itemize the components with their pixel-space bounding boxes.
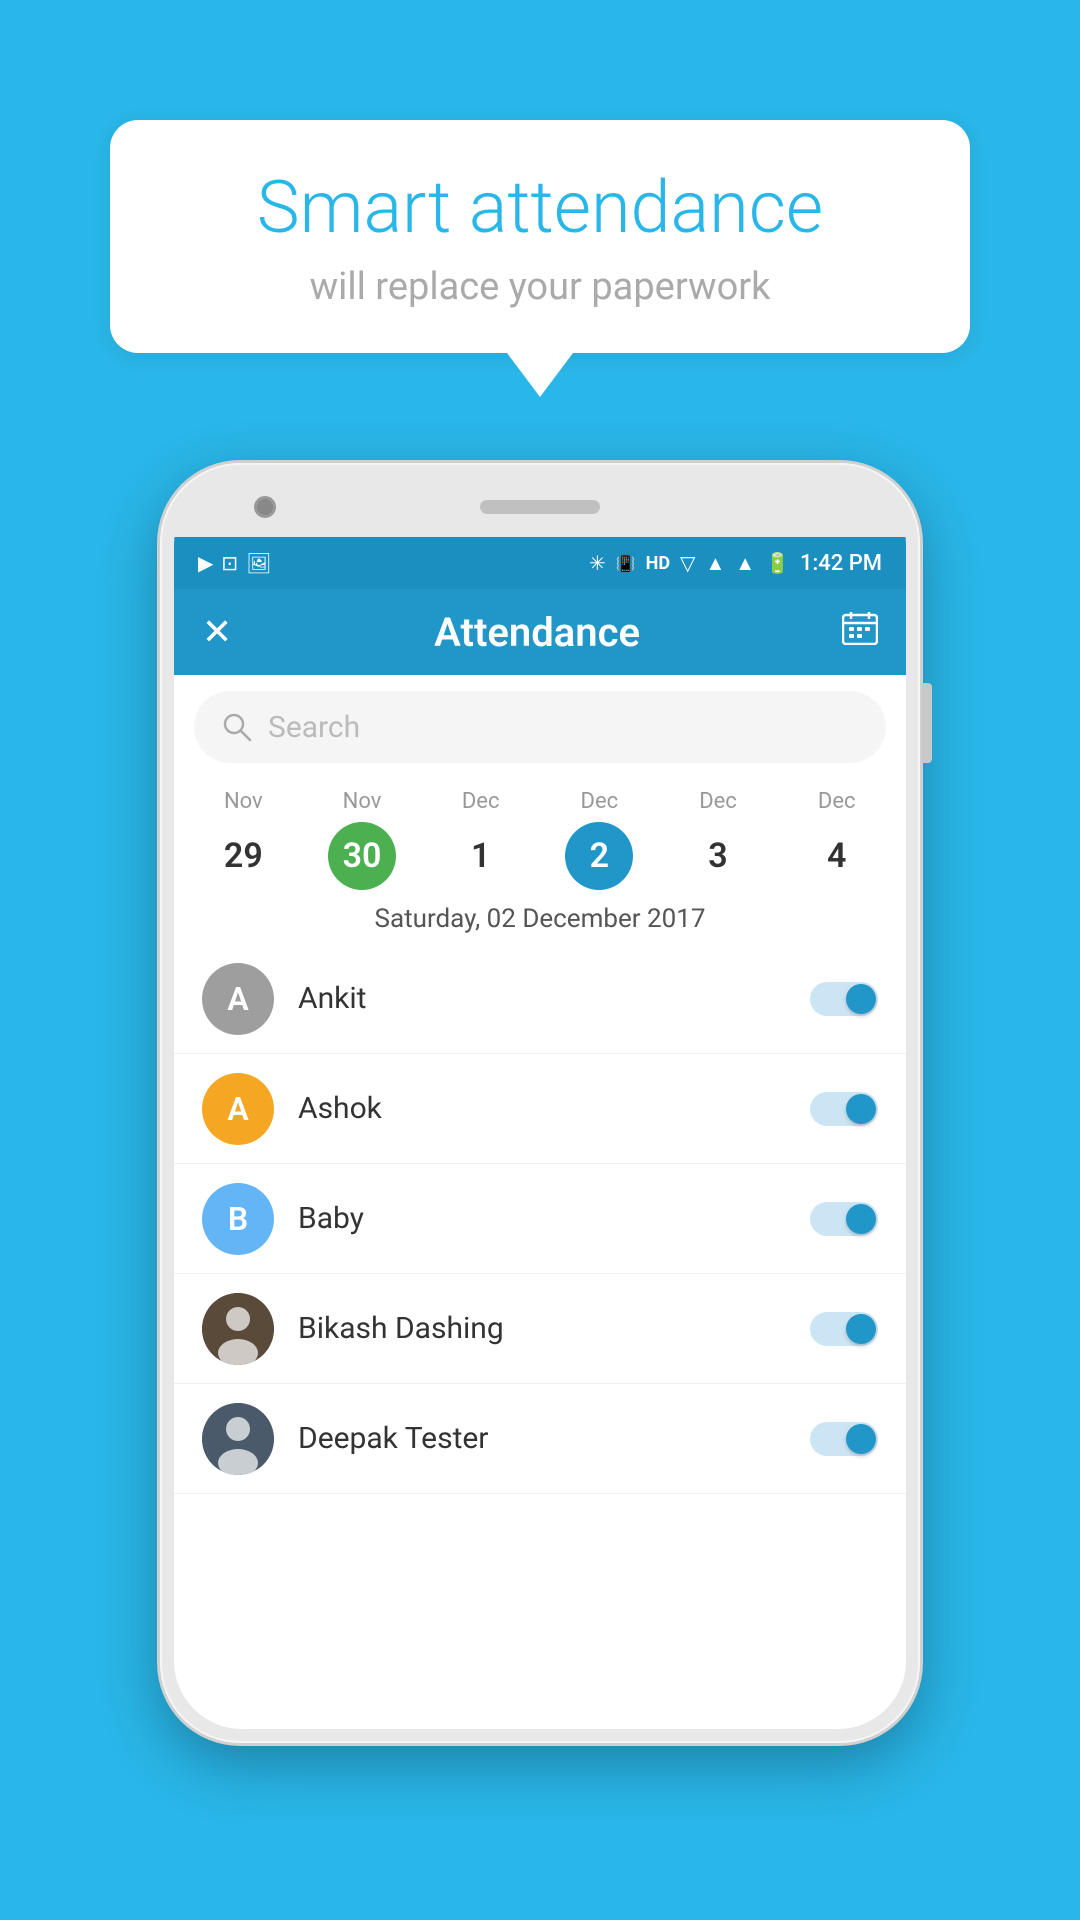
person-name-deepak: Deepak Tester xyxy=(298,1421,810,1456)
play-icon: ▶ xyxy=(198,551,213,575)
attendance-toggle-baby[interactable] xyxy=(810,1202,878,1236)
record-icon: ⊡ xyxy=(221,551,238,575)
cal-date-number: 30 xyxy=(328,822,396,890)
app-title: Attendance xyxy=(434,609,640,656)
cal-month-label: Nov xyxy=(224,789,263,814)
attendance-toggle-ankit[interactable] xyxy=(810,982,878,1016)
attendance-toggle-deepak[interactable] xyxy=(810,1422,878,1456)
status-bar: ▶ ⊡ 🖼 ✳ 📳 HD ▽ ▲ ▲ 🔋 1:42 PM xyxy=(174,537,906,589)
cal-date-number: 29 xyxy=(209,822,277,890)
cal-month-label: Dec xyxy=(699,789,737,814)
phone-camera xyxy=(254,496,276,518)
attendance-item-ashok: A Ashok xyxy=(174,1054,906,1164)
bubble-subtitle: will replace your paperwork xyxy=(170,265,910,309)
signal2-icon: ▲ xyxy=(735,551,755,576)
calendar-day-30[interactable]: Nov 30 xyxy=(303,789,422,890)
cal-date-number: 3 xyxy=(684,822,752,890)
bubble-title: Smart attendance xyxy=(170,168,910,247)
app-header: ✕ Attendance xyxy=(174,589,906,675)
phone-inner: ▶ ⊡ 🖼 ✳ 📳 HD ▽ ▲ ▲ 🔋 1:42 PM ✕ A xyxy=(174,477,906,1729)
search-icon xyxy=(222,712,252,742)
selected-date: Saturday, 02 December 2017 xyxy=(174,890,906,944)
wifi-icon: ▽ xyxy=(680,551,695,575)
cal-date-number: 4 xyxy=(803,822,871,890)
avatar-ashok: A xyxy=(202,1073,274,1145)
person-name-ankit: Ankit xyxy=(298,981,810,1016)
person-name-bikash: Bikash Dashing xyxy=(298,1311,810,1346)
calendar-day-2[interactable]: Dec 2 xyxy=(540,789,659,890)
search-bar[interactable]: Search xyxy=(194,691,886,763)
calendar-day-3[interactable]: Dec 3 xyxy=(659,789,778,890)
calendar-button[interactable] xyxy=(842,611,878,653)
calendar-day-29[interactable]: Nov 29 xyxy=(184,789,303,890)
calendar-day-4[interactable]: Dec 4 xyxy=(777,789,896,890)
cal-date-number: 1 xyxy=(447,822,515,890)
cal-month-label: Dec xyxy=(581,789,619,814)
attendance-item-deepak: Deepak Tester xyxy=(174,1384,906,1494)
attendance-list: A Ankit A Ashok B Baby Bikash Dashing Deepak … xyxy=(174,944,906,1729)
battery-icon: 🔋 xyxy=(765,551,790,575)
bluetooth-icon: ✳ xyxy=(589,551,606,575)
image-icon: 🖼 xyxy=(246,551,271,575)
speech-bubble: Smart attendance will replace your paper… xyxy=(110,120,970,353)
close-button[interactable]: ✕ xyxy=(202,611,232,653)
cal-month-label: Dec xyxy=(818,789,856,814)
calendar-day-1[interactable]: Dec 1 xyxy=(421,789,540,890)
phone-top-bar xyxy=(174,477,906,537)
search-placeholder: Search xyxy=(268,710,360,745)
cal-month-label: Nov xyxy=(343,789,382,814)
hd-icon: HD xyxy=(646,553,670,574)
calendar-strip: Nov 29 Nov 30 Dec 1 Dec 2 Dec 3 Dec 4 xyxy=(174,779,906,890)
phone-speaker xyxy=(480,500,600,514)
phone-frame: ▶ ⊡ 🖼 ✳ 📳 HD ▽ ▲ ▲ 🔋 1:42 PM ✕ A xyxy=(160,463,920,1743)
attendance-toggle-bikash[interactable] xyxy=(810,1312,878,1346)
cal-date-number: 2 xyxy=(565,822,633,890)
attendance-item-baby: B Baby xyxy=(174,1164,906,1274)
attendance-toggle-ashok[interactable] xyxy=(810,1092,878,1126)
attendance-item-ankit: A Ankit xyxy=(174,944,906,1054)
phone-wrapper: ▶ ⊡ 🖼 ✳ 📳 HD ▽ ▲ ▲ 🔋 1:42 PM ✕ A xyxy=(160,463,920,1743)
avatar-ankit: A xyxy=(202,963,274,1035)
avatar-baby: B xyxy=(202,1183,274,1255)
vibrate-icon: 📳 xyxy=(616,554,636,573)
status-right: ✳ 📳 HD ▽ ▲ ▲ 🔋 1:42 PM xyxy=(589,551,882,576)
avatar-bikash xyxy=(202,1293,274,1365)
person-name-baby: Baby xyxy=(298,1201,810,1236)
attendance-item-bikash: Bikash Dashing xyxy=(174,1274,906,1384)
avatar-deepak xyxy=(202,1403,274,1475)
status-icons-left: ▶ ⊡ 🖼 xyxy=(198,551,272,575)
status-time: 1:42 PM xyxy=(800,551,882,576)
signal-icon: ▲ xyxy=(705,551,725,576)
cal-month-label: Dec xyxy=(462,789,500,814)
person-name-ashok: Ashok xyxy=(298,1091,810,1126)
